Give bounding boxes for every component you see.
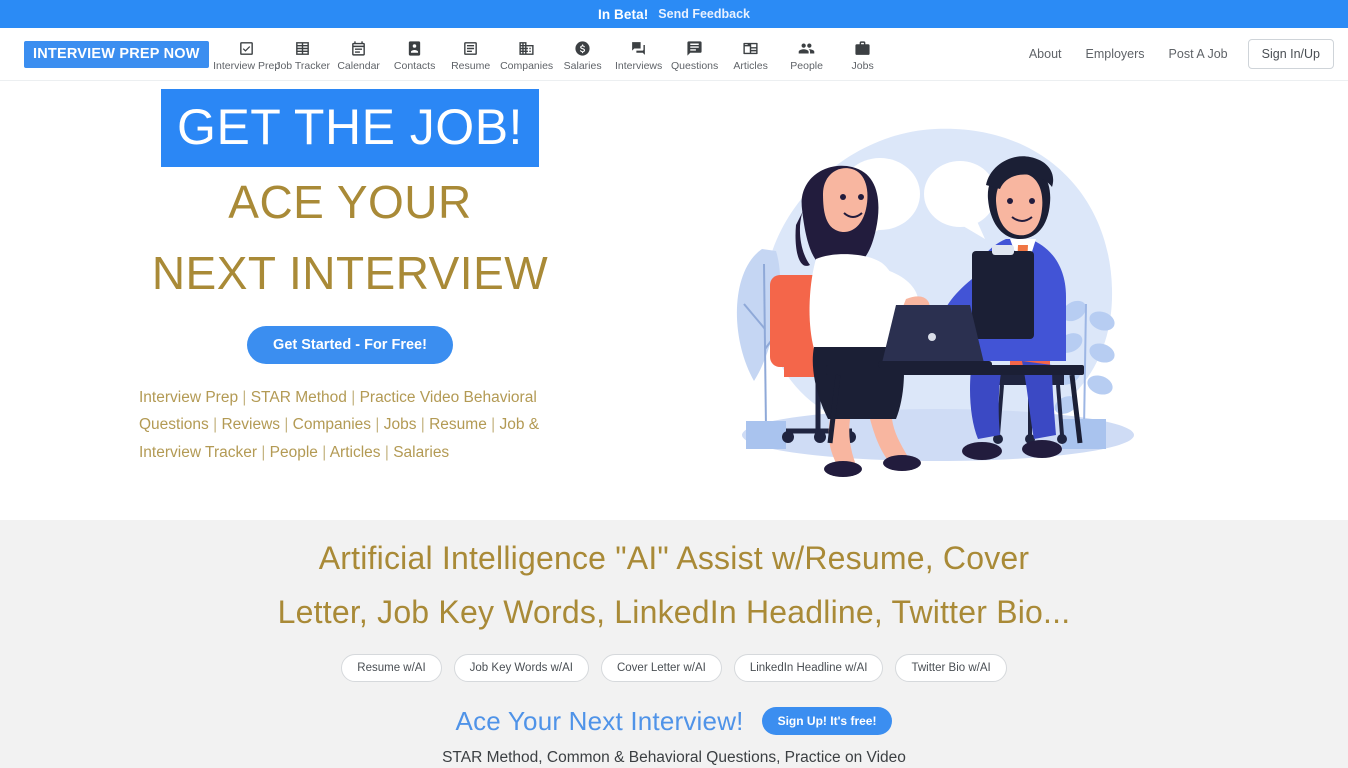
hero-links-list: Interview Prep | STAR Method | Practice … [139,388,540,461]
pill-resume-w-ai[interactable]: Resume w/AI [341,653,442,682]
hero-link-companies[interactable]: Companies [293,416,371,433]
hero-link-interview-prep[interactable]: Interview Prep [139,389,238,406]
chat-bubbles-icon [630,39,647,57]
nav-item-label: People [790,60,823,73]
people-icon [798,39,815,57]
pill-twitter-bio-w-ai[interactable]: Twitter Bio w/AI [895,653,1007,682]
nav-right-group: About Employers Post A Job Sign In/Up [1017,39,1334,69]
comment-lines-icon [686,39,703,57]
briefcase-icon [854,39,871,57]
nav-item-label: Resume [451,60,491,73]
nav-item-interviews[interactable]: Interviews [611,36,667,72]
hero-link-reviews[interactable]: Reviews [221,416,280,433]
nav-item-label: Contacts [393,60,436,73]
nav-item-calendar[interactable]: Calendar [331,36,387,72]
nav-item-label: Interviews [614,60,663,73]
hero-link-salaries[interactable]: Salaries [393,444,449,461]
nav-item-interview-prep[interactable]: Interview Prep [213,36,280,72]
nav-link-post-a-job[interactable]: Post A Job [1157,47,1240,61]
nav-item-resume[interactable]: Resume [443,36,499,72]
nav-item-label: Questions [670,60,719,73]
pill-linkedin-headline-w-ai[interactable]: LinkedIn Headline w/AI [733,653,884,682]
nav-item-articles[interactable]: Articles [723,36,779,72]
beta-label: In Beta! [597,6,649,22]
nav-item-contacts[interactable]: Contacts [387,36,443,72]
nav-item-label: Calendar [337,60,380,73]
ai-assist-section: Artificial Intelligence "AI" Assist w/Re… [0,520,1348,768]
nav-item-label: Companies [500,60,554,73]
article-layout-icon [742,39,759,57]
nav-link-employers[interactable]: Employers [1074,47,1157,61]
nav-icon-group: Interview Prep Job Tracker Calendar Cont… [213,36,891,72]
site-logo[interactable]: INTERVIEW PREP NOW [24,40,209,68]
hero-section: GET THE JOB! ACE YOUR NEXT INTERVIEW Get… [0,81,1348,520]
hero-link-people[interactable]: People [270,444,318,461]
nav-item-label: Interview Prep [213,60,281,73]
nav-item-jobs[interactable]: Jobs [835,36,891,72]
hero-link-resume[interactable]: Resume [429,416,487,433]
nav-item-job-tracker[interactable]: Job Tracker [275,36,331,72]
ace-interview-subtitle: STAR Method, Common & Behavioral Questio… [442,748,906,766]
nav-link-about[interactable]: About [1017,47,1074,61]
ai-pill-row: Resume w/AI Job Key Words w/AI Cover Let… [0,653,1348,682]
beta-banner: In Beta! Send Feedback [0,0,1348,28]
hero-link-jobs[interactable]: Jobs [384,416,417,433]
pill-cover-letter-w-ai[interactable]: Cover Letter w/AI [600,653,722,682]
ace-interview-title: Ace Your Next Interview! [455,705,744,736]
nav-item-label: Articles [733,60,768,73]
calendar-icon [350,39,367,57]
hero-link-star-method[interactable]: STAR Method [251,389,347,406]
pill-job-key-words-w-ai[interactable]: Job Key Words w/AI [453,653,589,682]
ace-interview-row: Ace Your Next Interview! Sign Up! It's f… [0,706,1348,737]
hero-kicker: GET THE JOB! [161,89,539,167]
checkbox-icon [238,39,255,57]
document-icon [462,39,479,57]
nav-item-label: Job Tracker [275,60,331,73]
building-icon [518,39,535,57]
top-navigation-bar: INTERVIEW PREP NOW Interview Prep Job Tr… [0,28,1348,81]
ai-headline-line-1: Artificial Intelligence "AI" Assist w/Re… [318,540,1030,576]
hero-headline-line-1: ACE YOUR [228,176,472,228]
hero-content: GET THE JOB! ACE YOUR NEXT INTERVIEW Get… [0,81,700,520]
nav-item-salaries[interactable]: Salaries [555,36,611,72]
nav-item-questions[interactable]: Questions [667,36,723,72]
get-started-button[interactable]: Get Started - For Free! [247,325,453,364]
nav-item-companies[interactable]: Companies [499,36,555,72]
hero-illustration-area [700,81,1348,520]
nav-item-label: Jobs [851,60,874,73]
nav-item-people[interactable]: People [779,36,835,72]
send-feedback-link[interactable]: Send Feedback [658,7,750,21]
sign-in-up-button[interactable]: Sign In/Up [1247,39,1334,69]
table-grid-icon [294,39,311,57]
dollar-coin-icon [574,39,591,57]
hero-headline-line-2: NEXT INTERVIEW [151,247,549,300]
ai-headline-line-2: Letter, Job Key Words, LinkedIn Headline… [277,593,1071,630]
interview-illustration-icon [736,128,1134,477]
sign-up-free-button[interactable]: Sign Up! It's free! [761,707,893,735]
nav-item-label: Salaries [563,60,602,73]
hero-link-articles[interactable]: Articles [330,444,381,461]
contact-card-icon [406,39,423,57]
